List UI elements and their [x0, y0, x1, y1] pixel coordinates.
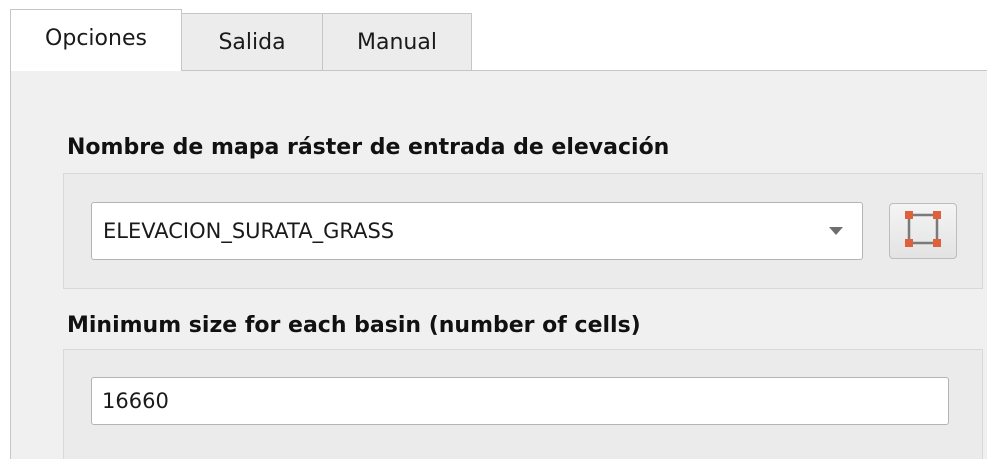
tab-salida-label: Salida	[218, 30, 286, 55]
tab-salida[interactable]: Salida	[181, 13, 323, 71]
basin-size-label: Minimum size for each basin (number of c…	[67, 313, 641, 338]
elevation-label: Nombre de mapa ráster de entrada de elev…	[67, 135, 670, 160]
select-extent-button[interactable]	[889, 203, 957, 259]
tab-manual[interactable]: Manual	[322, 13, 472, 71]
options-panel: Nombre de mapa ráster de entrada de elev…	[10, 70, 987, 459]
basin-size-input[interactable]: 16660	[91, 377, 949, 425]
basin-size-input-value: 16660	[102, 389, 169, 413]
elevation-combobox-value: ELEVACION_SURATA_GRASS	[103, 219, 395, 243]
tab-bar: Opciones Salida Manual	[10, 9, 472, 71]
basin-size-group: 16660	[63, 349, 983, 459]
tab-opciones-label: Opciones	[45, 26, 147, 51]
elevation-combobox[interactable]: ELEVACION_SURATA_GRASS	[91, 202, 863, 260]
elevation-group: ELEVACION_SURATA_GRASS	[63, 173, 983, 289]
tab-manual-label: Manual	[357, 30, 437, 55]
chevron-down-icon[interactable]	[810, 203, 862, 259]
tab-opciones[interactable]: Opciones	[10, 9, 182, 71]
select-extent-icon	[903, 209, 943, 253]
algorithm-dialog: Opciones Salida Manual Nombre de mapa rá…	[0, 0, 987, 459]
